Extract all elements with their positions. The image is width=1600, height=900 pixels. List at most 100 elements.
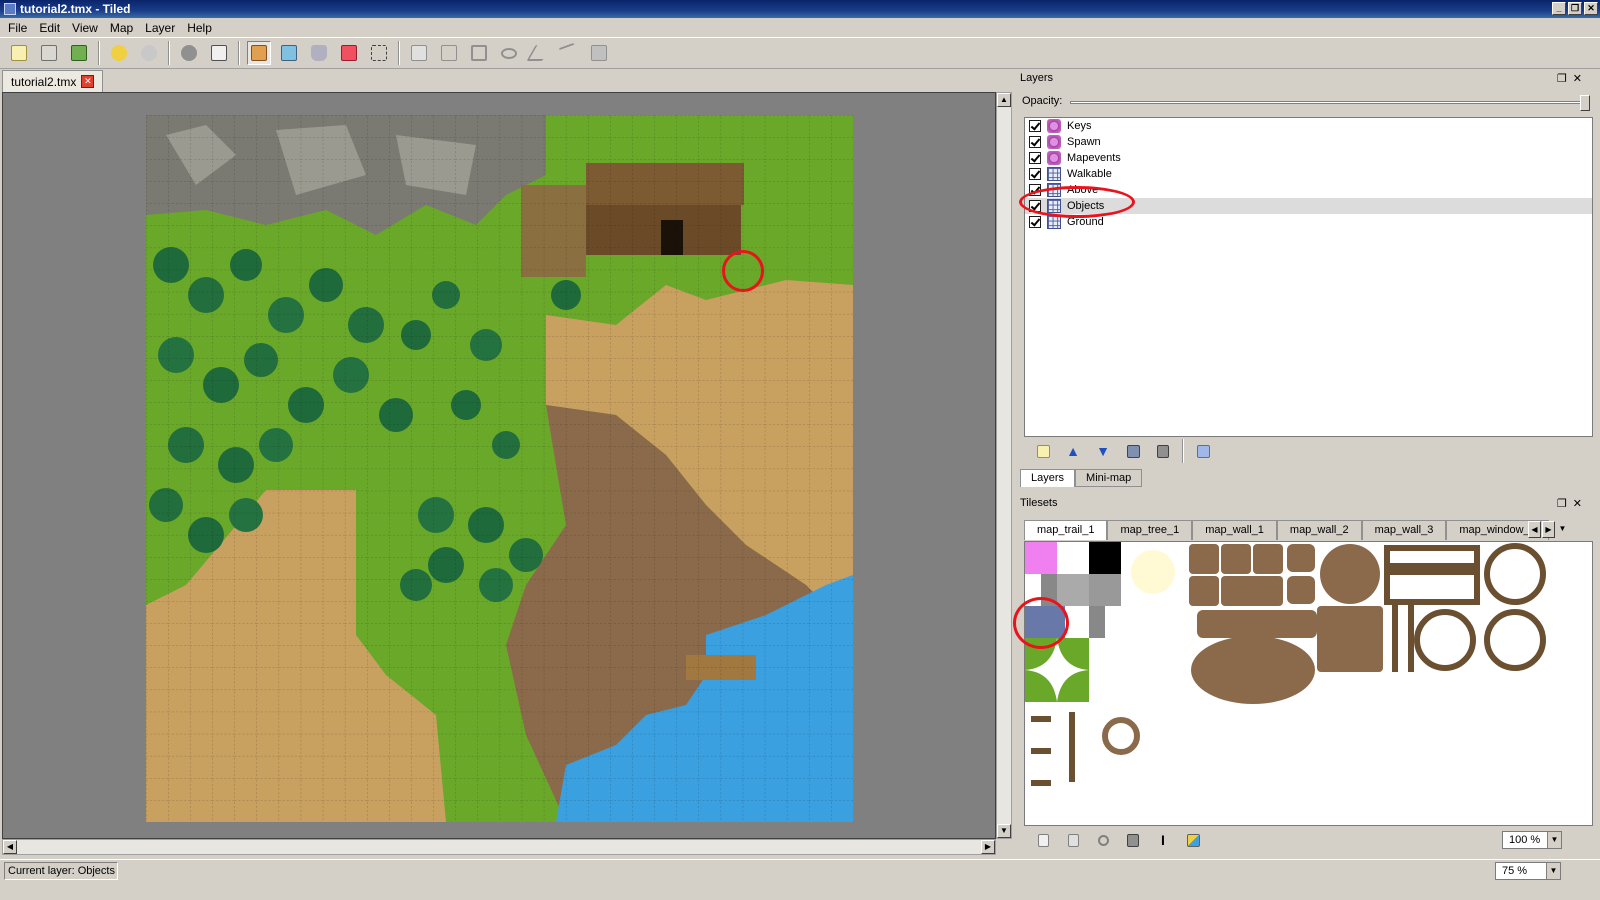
- menu-file[interactable]: File: [2, 21, 33, 35]
- tileset-tab-map-trail-1[interactable]: map_trail_1: [1024, 520, 1108, 540]
- layer-row-mapevents[interactable]: Mapevents: [1025, 150, 1592, 166]
- new-tileset-button[interactable]: [1031, 828, 1055, 852]
- tileset-tab-navigation: ◀ ▶ ▼: [1528, 521, 1569, 538]
- select-objects-button[interactable]: [407, 41, 431, 65]
- raise-layer-button[interactable]: ▲: [1061, 439, 1085, 463]
- rectangle-select-icon: [371, 45, 387, 61]
- tileset-tab-map-wall-3[interactable]: map_wall_3: [1361, 520, 1447, 540]
- bucket-fill-button[interactable]: [307, 41, 331, 65]
- trash-icon: [1157, 444, 1169, 458]
- random-mode-button[interactable]: [177, 41, 201, 65]
- layers-dock-tabs: Layers Mini-map: [1020, 469, 1143, 487]
- insert-polygon-button[interactable]: [526, 41, 552, 65]
- layer-visibility-checkbox[interactable]: [1029, 216, 1041, 228]
- tab-scroll-right-icon[interactable]: ▶: [1542, 521, 1555, 538]
- layer-row-keys[interactable]: Keys: [1025, 118, 1592, 134]
- dice-icon: [211, 45, 227, 61]
- tileset-zoom-select[interactable]: 100 % ▼: [1502, 831, 1562, 849]
- opacity-slider[interactable]: [1070, 101, 1590, 104]
- document-tab[interactable]: tutorial2.tmx ✕: [2, 70, 103, 92]
- magnifier-icon: [1097, 834, 1109, 846]
- map-vertical-scrollbar[interactable]: ▲ ▼: [996, 92, 1012, 839]
- chevron-down-icon[interactable]: ▼: [1546, 863, 1560, 879]
- save-map-button[interactable]: [67, 41, 91, 65]
- rectangle-select-button[interactable]: [367, 41, 391, 65]
- open-map-button[interactable]: [37, 41, 61, 65]
- tileset-tab-map-tree-1[interactable]: map_tree_1: [1107, 520, 1193, 540]
- add-layer-icon: [1036, 444, 1050, 458]
- window-titlebar: tutorial2.tmx - Tiled _ ❐ ✕: [0, 0, 1600, 18]
- chevron-down-icon[interactable]: ▼: [1547, 832, 1561, 848]
- tileset-tab-map-wall-2[interactable]: map_wall_2: [1276, 520, 1362, 540]
- eraser-button[interactable]: [337, 41, 361, 65]
- object-layer-icon: [1047, 135, 1061, 149]
- terrain-brush-button[interactable]: [277, 41, 301, 65]
- tileset-image-button[interactable]: [1181, 828, 1205, 852]
- float-dock-icon[interactable]: ❐: [1557, 498, 1573, 510]
- tileset-tab-map-wall-1[interactable]: map_wall_1: [1192, 520, 1277, 540]
- tileset-view[interactable]: [1024, 541, 1593, 826]
- tileset-properties-button[interactable]: [1091, 828, 1115, 852]
- layer-visibility-checkbox[interactable]: [1029, 168, 1041, 180]
- insert-tile-button[interactable]: [587, 41, 611, 65]
- minimize-button[interactable]: _: [1552, 2, 1566, 15]
- stamp-brush-button[interactable]: [247, 41, 271, 65]
- tiled-app-icon: [4, 3, 16, 15]
- tab-scroll-left-icon[interactable]: ◀: [1528, 521, 1541, 538]
- edit-polygons-button[interactable]: [437, 41, 461, 65]
- layer-row-spawn[interactable]: Spawn: [1025, 134, 1592, 150]
- remove-tileset-button[interactable]: [1121, 828, 1145, 852]
- layer-properties-button[interactable]: [1191, 439, 1215, 463]
- menu-map[interactable]: Map: [104, 21, 139, 35]
- insert-polygon-icon: [526, 45, 552, 61]
- layer-visibility-checkbox[interactable]: [1029, 120, 1041, 132]
- import-tileset-button[interactable]: [1061, 828, 1085, 852]
- scroll-right-icon[interactable]: ▶: [981, 840, 995, 854]
- map-zoom-select[interactable]: 75 % ▼: [1495, 862, 1561, 880]
- restore-button[interactable]: ❐: [1568, 2, 1582, 15]
- layer-row-walkable[interactable]: Walkable: [1025, 166, 1592, 182]
- tile-map[interactable]: [146, 115, 853, 822]
- close-dock-icon[interactable]: ✕: [1573, 498, 1588, 510]
- opacity-slider-handle[interactable]: [1580, 95, 1590, 111]
- scroll-down-icon[interactable]: ▼: [997, 824, 1011, 838]
- menu-edit[interactable]: Edit: [33, 21, 66, 35]
- layer-toolbar: ▲ ▼: [1024, 439, 1593, 463]
- layer-visibility-checkbox[interactable]: [1029, 152, 1041, 164]
- layer-row-ground[interactable]: Ground: [1025, 214, 1592, 230]
- edit-terrain-button[interactable]: I: [1151, 828, 1175, 852]
- new-tileset-icon: [1037, 833, 1049, 847]
- menu-view[interactable]: View: [66, 21, 104, 35]
- new-map-button[interactable]: [7, 41, 31, 65]
- scroll-up-icon[interactable]: ▲: [997, 93, 1011, 107]
- add-layer-button[interactable]: [1031, 439, 1055, 463]
- tab-layers[interactable]: Layers: [1020, 469, 1076, 487]
- insert-rectangle-button[interactable]: [467, 41, 491, 65]
- layer-visibility-checkbox[interactable]: [1029, 136, 1041, 148]
- status-bar: Current layer: Objects 75 % ▼: [0, 859, 1600, 900]
- tileset-image[interactable]: [1025, 542, 1593, 826]
- new-icon: [11, 45, 27, 61]
- duplicate-layer-button[interactable]: [1121, 439, 1145, 463]
- object-layer-icon: [1047, 119, 1061, 133]
- lower-layer-button[interactable]: ▼: [1091, 439, 1115, 463]
- close-tab-icon[interactable]: ✕: [81, 75, 95, 88]
- delete-layer-button[interactable]: [1151, 439, 1175, 463]
- select-objects-icon: [411, 45, 427, 61]
- tab-list-dropdown-icon[interactable]: ▼: [1556, 521, 1569, 538]
- menu-layer[interactable]: Layer: [139, 21, 181, 35]
- insert-ellipse-button[interactable]: [497, 41, 521, 65]
- scroll-left-icon[interactable]: ◀: [3, 840, 17, 854]
- close-dock-icon[interactable]: ✕: [1573, 73, 1588, 85]
- map-horizontal-scrollbar[interactable]: ◀ ▶: [2, 839, 996, 855]
- undo-button[interactable]: [107, 41, 131, 65]
- insert-polyline-button[interactable]: [557, 41, 581, 65]
- redo-button[interactable]: [137, 41, 161, 65]
- close-window-button[interactable]: ✕: [1584, 2, 1598, 15]
- dice-button[interactable]: [207, 41, 231, 65]
- menu-help[interactable]: Help: [181, 21, 218, 35]
- float-dock-icon[interactable]: ❐: [1557, 73, 1573, 85]
- tab-minimap[interactable]: Mini-map: [1075, 469, 1143, 487]
- map-view[interactable]: [2, 92, 996, 839]
- menu-bar: File Edit View Map Layer Help: [0, 18, 1600, 37]
